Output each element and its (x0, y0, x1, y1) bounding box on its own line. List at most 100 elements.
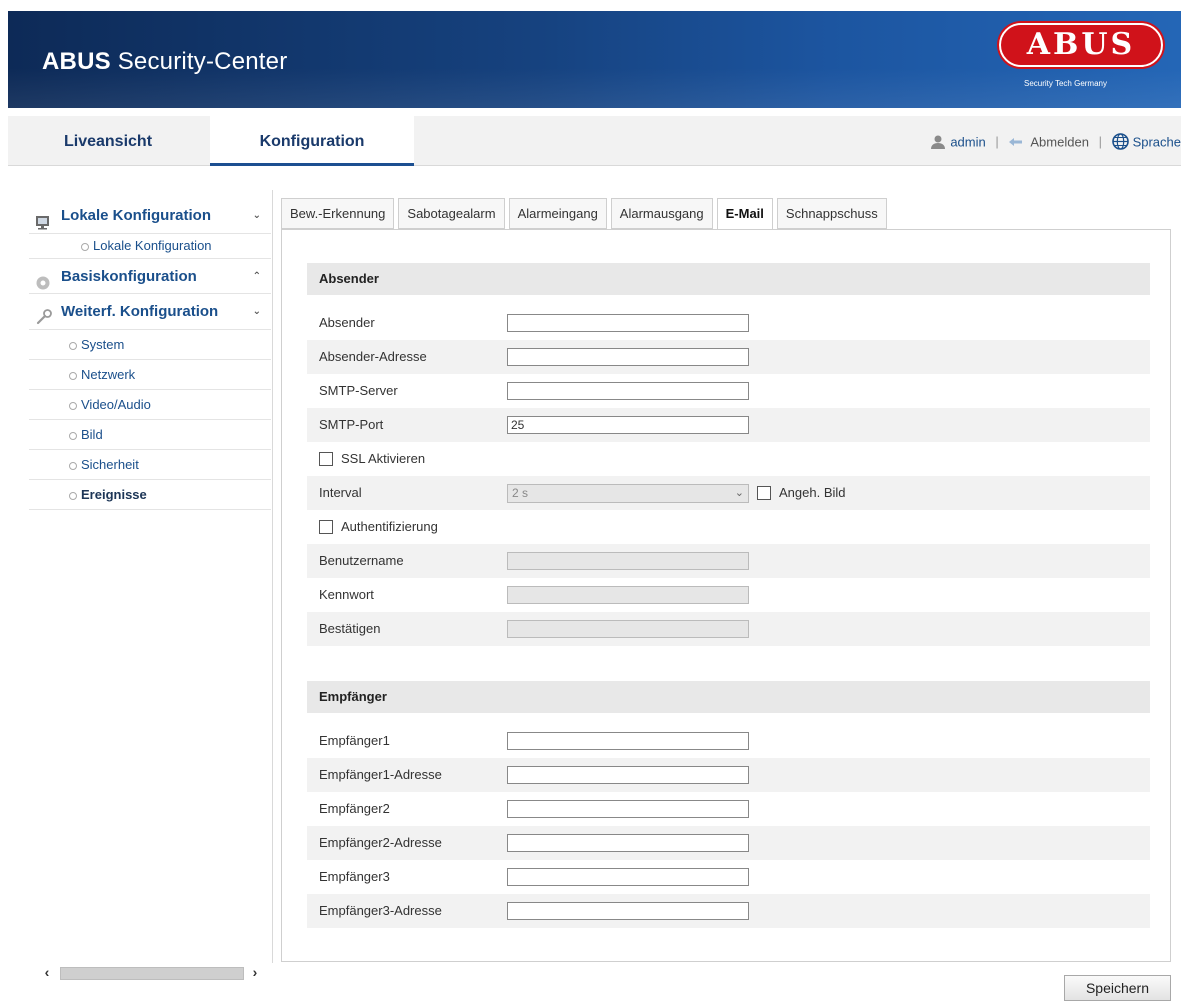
receiver3-address-label: Empfänger3-Adresse (319, 903, 442, 918)
username-input[interactable] (507, 552, 749, 570)
confirm-label: Bestätigen (319, 621, 381, 636)
sender-label: Absender (319, 315, 375, 330)
app-title: ABUS Security-Center (42, 48, 287, 76)
smtp-server-label: SMTP-Server (319, 383, 398, 398)
ssl-checkbox[interactable] (319, 452, 333, 466)
brand-bold: ABUS (42, 48, 111, 75)
logo-tagline: Security Tech Germany (1024, 79, 1107, 88)
wrench-icon (35, 304, 53, 325)
receiver3-input[interactable] (507, 868, 749, 886)
tab-schnappschuss[interactable]: Schnappschuss (776, 198, 887, 229)
sender-section-title: Absender (307, 263, 1150, 295)
sidebar-cat-basic[interactable]: Basiskonfiguration ⌃ (29, 258, 271, 294)
sender-row: Absender (307, 306, 1150, 340)
receiver3-address-input[interactable] (507, 902, 749, 920)
smtp-port-row: SMTP-Port (307, 408, 1150, 442)
sender-address-label: Absender-Adresse (319, 349, 427, 364)
abus-logo: ABUS (999, 23, 1163, 67)
auth-checkbox[interactable] (319, 520, 333, 534)
user-area: admin | Abmelden | Sprache (930, 133, 1181, 153)
sidebar-item-sicherheit[interactable]: Sicherheit (29, 450, 271, 480)
language-link[interactable]: Sprache (1133, 134, 1181, 149)
username-label: Benutzername (319, 553, 404, 568)
confirm-row: Bestätigen (307, 612, 1150, 646)
local-config-icon (35, 208, 53, 230)
sidebar-item-ereignisse[interactable]: Ereignisse (29, 480, 271, 510)
globe-icon (1111, 133, 1129, 153)
sidebar-cat-label: Weiterf. Konfiguration (61, 303, 219, 320)
sidebar-cat-local[interactable]: Lokale Konfiguration ⌄ (29, 198, 271, 234)
ssl-row: SSL Aktivieren (307, 442, 1150, 476)
tab-sabotagealarm[interactable]: Sabotagealarm (398, 198, 505, 229)
sidebar-item-system[interactable]: System (29, 330, 271, 360)
horizontal-scrollbar[interactable]: ‹ › (38, 964, 266, 982)
logout-link[interactable]: Abmelden (1030, 134, 1089, 149)
user-name-link[interactable]: admin (950, 134, 985, 149)
receiver2-address-row: Empfänger2-Adresse (307, 826, 1150, 860)
password-input[interactable] (507, 586, 749, 604)
tab-liveansicht[interactable]: Liveansicht (8, 116, 208, 166)
receiver3-label: Empfänger3 (319, 869, 390, 884)
sidebar-cat-advanced[interactable]: Weiterf. Konfiguration ⌄ (29, 294, 271, 330)
tab-konfiguration[interactable]: Konfiguration (210, 116, 414, 166)
password-label: Kennwort (319, 587, 374, 602)
sender-address-row: Absender-Adresse (307, 340, 1150, 374)
receiver-section-title: Empfänger (307, 681, 1150, 713)
interval-label: Interval (319, 485, 362, 500)
smtp-server-input[interactable] (507, 382, 749, 400)
receiver1-label: Empfänger1 (319, 733, 390, 748)
auth-label: Authentifizierung (341, 519, 438, 534)
sidebar-item-netzwerk[interactable]: Netzwerk (29, 360, 271, 390)
separator: | (995, 134, 999, 150)
event-tabs: Bew.-Erkennung Sabotagealarm Alarmeingang A… (281, 198, 891, 231)
scroll-left-icon[interactable]: ‹ (38, 964, 56, 982)
smtp-server-row: SMTP-Server (307, 374, 1150, 408)
password-row: Kennwort (307, 578, 1150, 612)
receiver1-address-label: Empfänger1-Adresse (319, 767, 442, 782)
sidebar-item-lokale-konfiguration[interactable]: Lokale Konfiguration (29, 234, 271, 258)
receiver2-input[interactable] (507, 800, 749, 818)
auth-row: Authentifizierung (307, 510, 1150, 544)
receiver1-input[interactable] (507, 732, 749, 750)
receiver2-row: Empfänger2 (307, 792, 1150, 826)
receiver2-address-input[interactable] (507, 834, 749, 852)
sidebar-item-bild[interactable]: Bild (29, 420, 271, 450)
receiver2-address-label: Empfänger2-Adresse (319, 835, 442, 850)
gear-icon (35, 269, 53, 290)
smtp-port-label: SMTP-Port (319, 417, 384, 432)
sender-address-input[interactable] (507, 348, 749, 366)
interval-select[interactable]: 2 s ⌄ (507, 484, 749, 503)
chevron-down-icon[interactable]: ⌄ (253, 294, 261, 330)
save-button[interactable]: Speichern (1064, 975, 1171, 1001)
sidebar: Lokale Konfiguration ⌄ Lokale Konfigurat… (29, 198, 271, 510)
receiver3-address-row: Empfänger3-Adresse (307, 894, 1150, 928)
receiver3-row: Empfänger3 (307, 860, 1150, 894)
attach-image-label: Angeh. Bild (779, 485, 846, 500)
confirm-input[interactable] (507, 620, 749, 638)
brand-rest: Security-Center (117, 48, 288, 75)
sender-input[interactable] (507, 314, 749, 332)
sidebar-divider (272, 190, 273, 963)
tab-alarmeingang[interactable]: Alarmeingang (508, 198, 607, 229)
ssl-label: SSL Aktivieren (341, 451, 426, 466)
sidebar-cat-label: Lokale Konfiguration (61, 207, 211, 224)
scroll-track[interactable] (60, 967, 244, 980)
tab-bew-erkennung[interactable]: Bew.-Erkennung (281, 198, 395, 229)
smtp-port-input[interactable] (507, 416, 749, 434)
chevron-up-icon[interactable]: ⌃ (253, 259, 261, 295)
receiver1-address-row: Empfänger1-Adresse (307, 758, 1150, 792)
interval-value: 2 s (512, 486, 529, 500)
sidebar-item-video-audio[interactable]: Video/Audio (29, 390, 271, 420)
user-icon (930, 134, 946, 153)
receiver1-address-input[interactable] (507, 766, 749, 784)
username-row: Benutzername (307, 544, 1150, 578)
tab-alarmausgang[interactable]: Alarmausgang (610, 198, 713, 229)
separator: | (1098, 134, 1102, 150)
attach-image-checkbox[interactable] (757, 486, 771, 500)
receiver1-row: Empfänger1 (307, 724, 1150, 758)
chevron-down-icon[interactable]: ⌄ (253, 198, 261, 234)
tab-e-mail[interactable]: E-Mail (716, 198, 773, 231)
interval-row: Interval 2 s ⌄ Angeh. Bild (307, 476, 1150, 510)
scroll-right-icon[interactable]: › (246, 964, 264, 982)
logout-icon (1008, 136, 1026, 151)
